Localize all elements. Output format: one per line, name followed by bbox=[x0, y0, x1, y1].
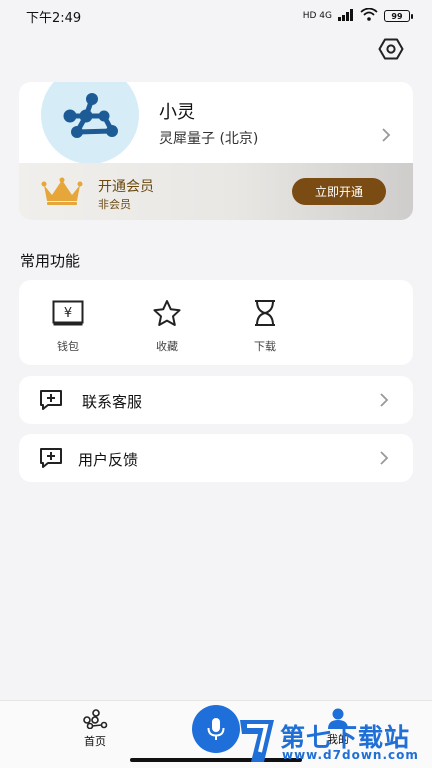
chevron-right-icon bbox=[379, 392, 389, 412]
hourglass-icon bbox=[253, 298, 277, 328]
star-icon bbox=[152, 298, 182, 328]
wifi-icon bbox=[360, 7, 378, 24]
signal-icon bbox=[338, 8, 354, 24]
microphone-icon bbox=[207, 718, 225, 740]
chevron-right-icon bbox=[381, 127, 391, 147]
status-time: 下午2:49 bbox=[26, 10, 82, 26]
status-bar: 下午2:49 HD 4G 99 bbox=[0, 0, 432, 32]
battery-icon: 99 bbox=[384, 10, 413, 22]
status-icons: HD 4G 99 bbox=[302, 7, 413, 24]
profile-card[interactable]: 小灵 灵犀量子 (北京) 开通会员 非会员 立即开通 bbox=[19, 82, 413, 220]
list-item-label: 联系客服 bbox=[82, 393, 143, 411]
avatar bbox=[41, 82, 139, 164]
network-label: HD 4G bbox=[302, 11, 332, 21]
watermark-url: www.d7down.com bbox=[282, 748, 419, 762]
wallet-icon: ¥ bbox=[52, 298, 84, 328]
function-favorites[interactable]: 收藏 bbox=[137, 298, 197, 354]
function-label: 钱包 bbox=[57, 340, 79, 353]
tab-home[interactable]: 首页 bbox=[70, 709, 120, 749]
vip-title: 开通会员 bbox=[98, 179, 154, 195]
watermark: 第七下载站 www.d7down.com bbox=[236, 716, 432, 768]
activate-vip-button[interactable]: 立即开通 bbox=[292, 178, 386, 205]
list-item-customer-service[interactable]: 联系客服 bbox=[19, 376, 413, 424]
tab-home-label: 首页 bbox=[84, 735, 106, 748]
settings-hexagon-icon bbox=[378, 38, 404, 60]
chat-plus-icon bbox=[39, 389, 63, 415]
common-functions-card: ¥ 钱包 收藏 下载 bbox=[19, 280, 413, 365]
settings-button[interactable] bbox=[378, 38, 404, 60]
home-logo-icon bbox=[83, 709, 108, 729]
crown-icon bbox=[41, 177, 83, 211]
function-downloads[interactable]: 下载 bbox=[235, 298, 295, 354]
function-label: 下载 bbox=[254, 340, 276, 353]
list-item-label: 用户反馈 bbox=[78, 451, 139, 469]
user-name: 小灵 bbox=[159, 102, 195, 123]
chat-plus-icon bbox=[39, 447, 63, 473]
vip-banner[interactable]: 开通会员 非会员 立即开通 bbox=[19, 163, 413, 220]
user-organization: 灵犀量子 (北京) bbox=[159, 131, 259, 147]
app-logo-icon bbox=[63, 93, 118, 138]
common-functions-title: 常用功能 bbox=[20, 252, 81, 270]
vip-status: 非会员 bbox=[98, 198, 131, 211]
chevron-right-icon bbox=[379, 450, 389, 470]
svg-text:¥: ¥ bbox=[64, 306, 72, 321]
function-label: 收藏 bbox=[156, 340, 178, 353]
voice-input-button[interactable] bbox=[192, 705, 240, 753]
function-wallet[interactable]: ¥ 钱包 bbox=[38, 298, 98, 354]
watermark-logo-icon bbox=[240, 720, 274, 762]
list-item-user-feedback[interactable]: 用户反馈 bbox=[19, 434, 413, 482]
